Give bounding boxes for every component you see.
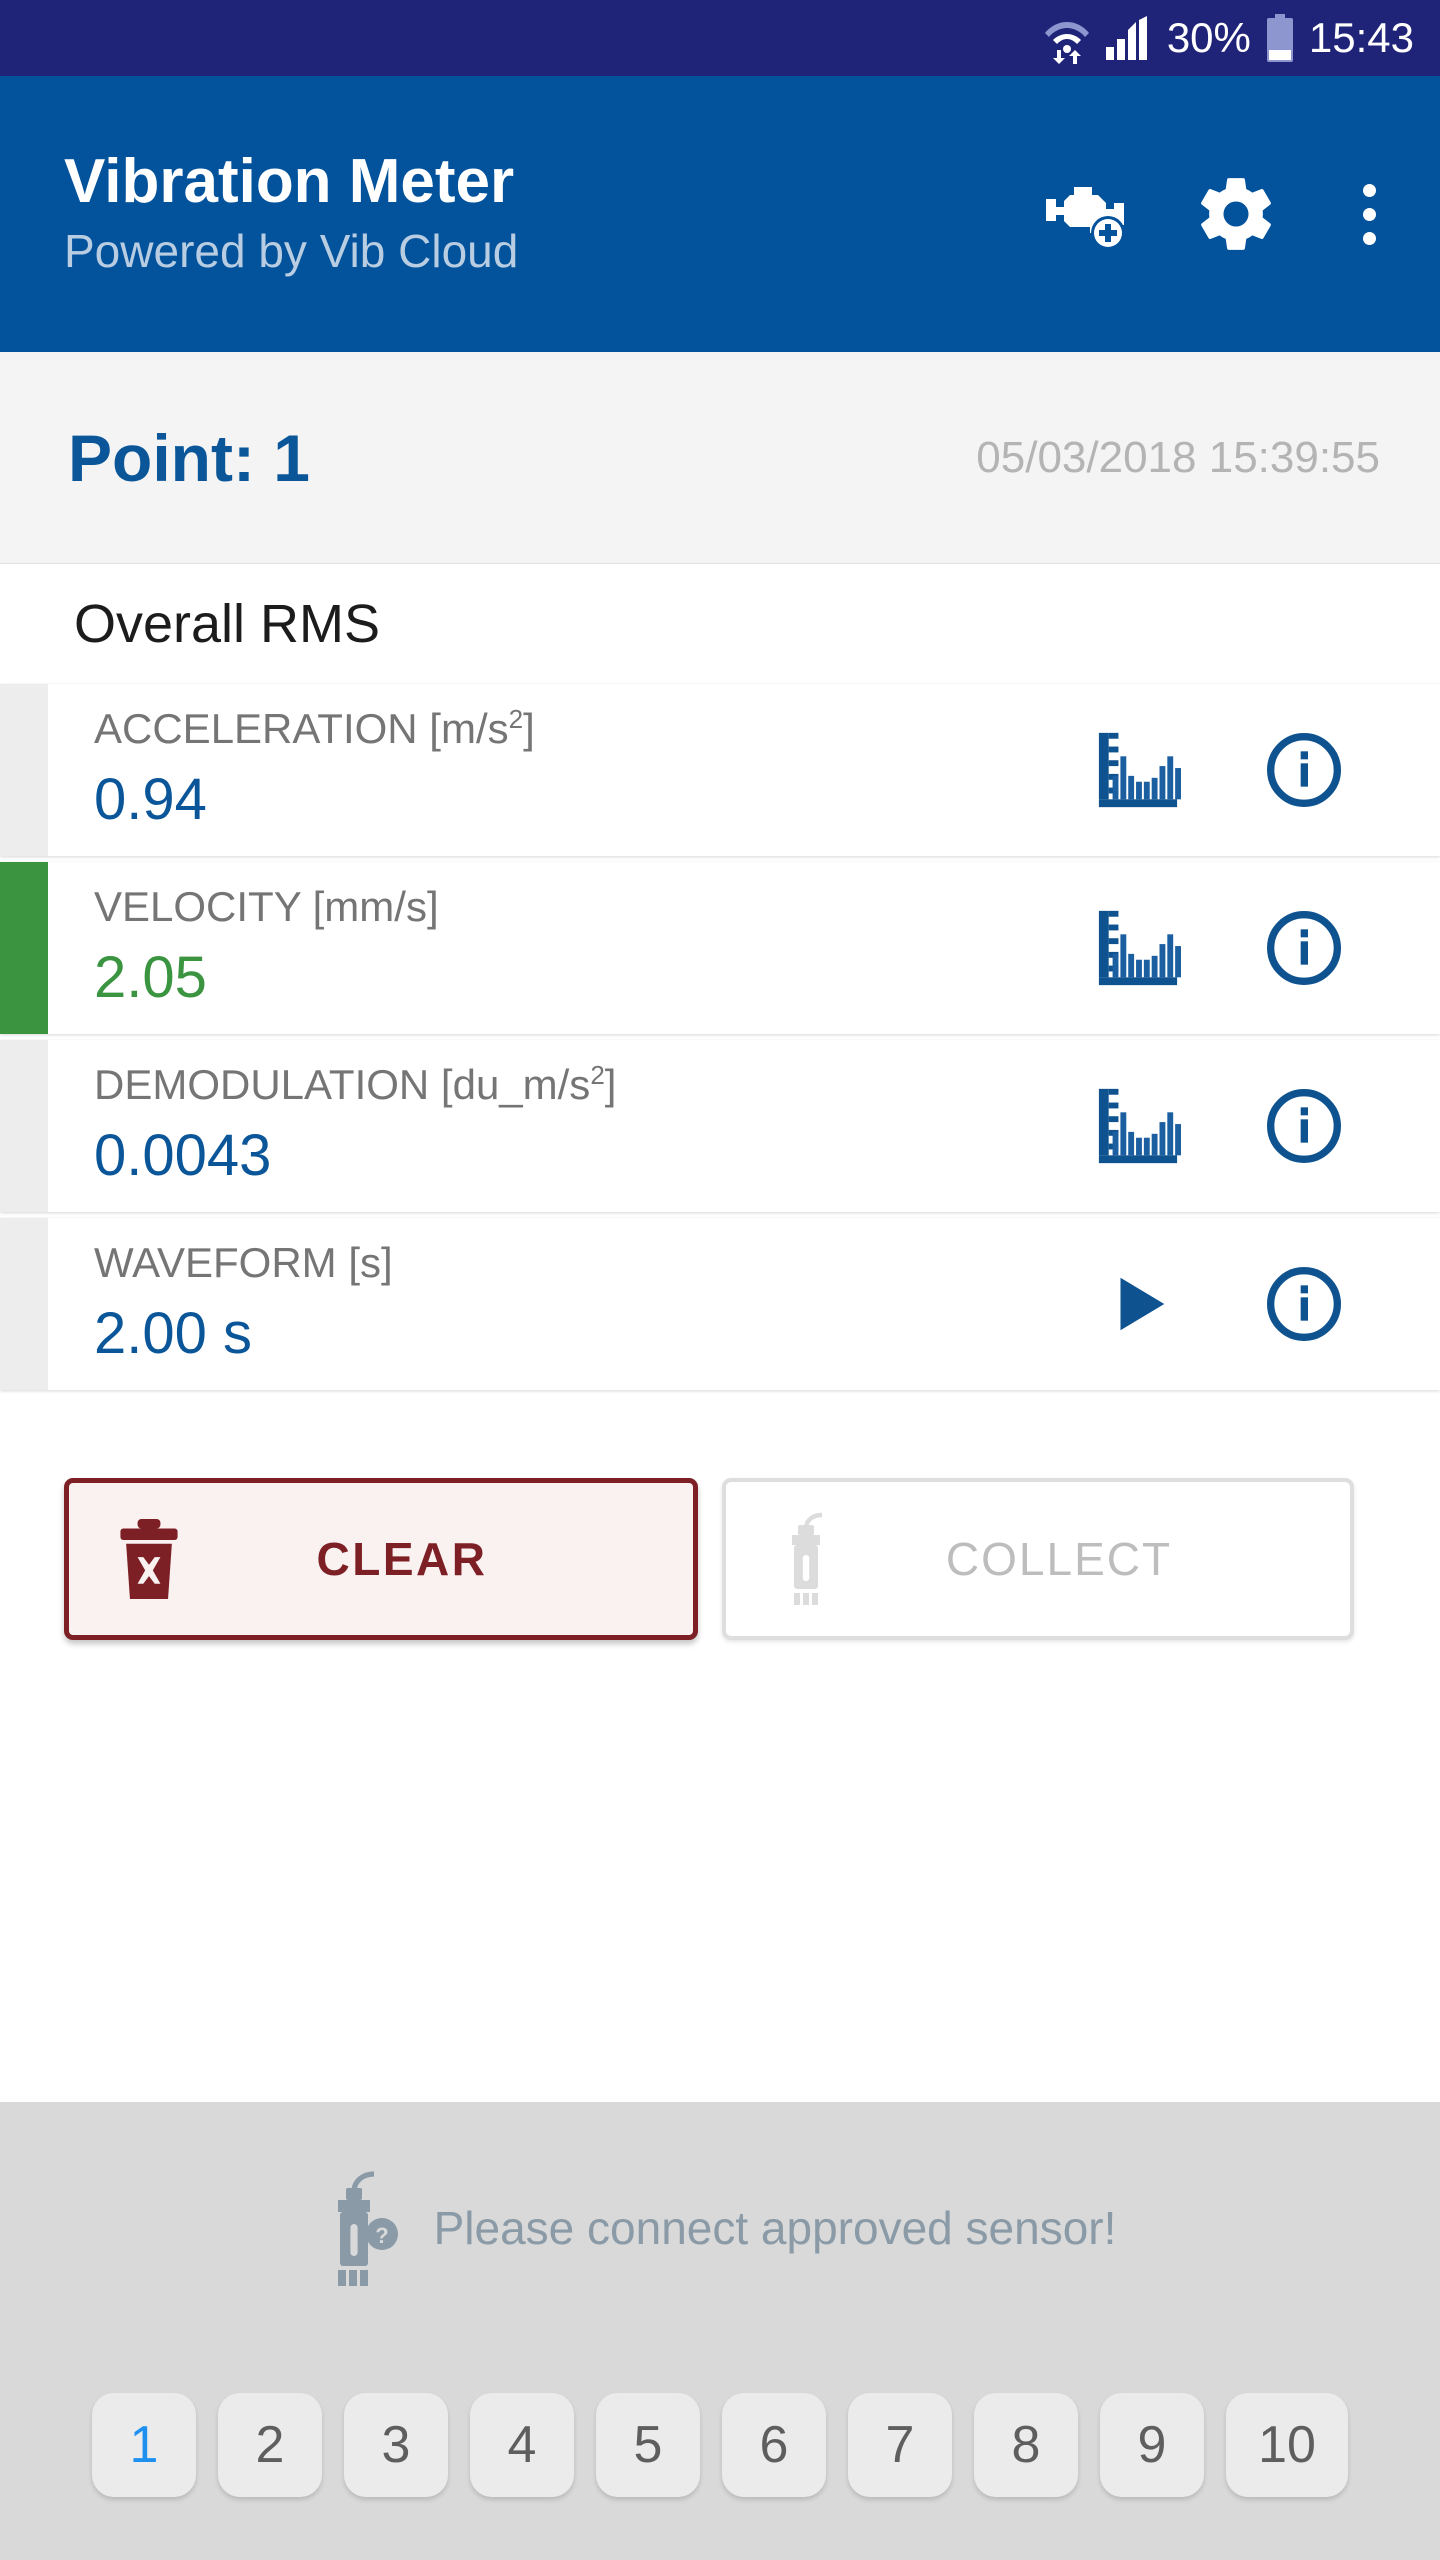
pager-item-2[interactable]: 2 (218, 2393, 322, 2497)
section-title-overall-rms: Overall RMS (0, 564, 1440, 684)
app-bar: Vibration Meter Powered by Vib Cloud (0, 76, 1440, 352)
pager-item-3[interactable]: 3 (344, 2393, 448, 2497)
info-button[interactable] (1256, 722, 1352, 818)
measurement-row-acceleration[interactable]: ACCELERATION [m/s2] 0.94 (0, 684, 1440, 856)
row-body: VELOCITY [mm/s] 2.05 (0, 883, 1090, 1013)
battery-percent-text: 30% (1166, 14, 1251, 61)
measurement-value: 2.05 (94, 945, 207, 1011)
row-body: WAVEFORM [s] 2.00 s (0, 1239, 1090, 1369)
info-button[interactable] (1256, 1256, 1352, 1352)
info-icon (1264, 1264, 1344, 1344)
cellular-signal-icon (1105, 16, 1153, 60)
trash-delete-icon (101, 1507, 197, 1611)
spectrum-chart-button[interactable] (1090, 900, 1186, 996)
row-body: DEMODULATION [du_m/s2] 0.0043 (0, 1060, 1090, 1191)
spectrum-chart-button[interactable] (1090, 722, 1186, 818)
play-icon (1103, 1269, 1173, 1339)
content-spacer (0, 1640, 1440, 2102)
row-actions (1090, 900, 1440, 996)
info-icon (1264, 1086, 1344, 1166)
play-waveform-button[interactable] (1090, 1256, 1186, 1352)
app-subtitle: Powered by Vib Cloud (64, 224, 519, 277)
clear-button-label: CLEAR (316, 1533, 488, 1585)
row-status-indicator (0, 1040, 48, 1212)
row-body: ACCELERATION [m/s2] 0.94 (0, 704, 1090, 835)
point-label: Point: 1 (68, 420, 310, 495)
measurement-row-velocity[interactable]: VELOCITY [mm/s] 2.05 (0, 862, 1440, 1034)
measurement-list: ACCELERATION [m/s2] 0.94 VELOCITY [mm/s]… (0, 684, 1440, 1400)
measurement-timestamp: 05/03/2018 15:39:55 (976, 432, 1380, 482)
overflow-menu-button[interactable] (1332, 166, 1406, 262)
status-bar: 30% 15:43 (0, 0, 1440, 76)
app-bar-titles: Vibration Meter Powered by Vib Cloud (64, 146, 1044, 279)
row-actions (1090, 1256, 1440, 1352)
measurement-label: WAVEFORM [s] (94, 1239, 393, 1287)
measurement-value: 2.00 s (94, 1301, 252, 1367)
collect-button-label: COLLECT (945, 1533, 1173, 1585)
collect-button[interactable]: COLLECT (722, 1478, 1354, 1640)
row-actions (1090, 1078, 1440, 1174)
measurement-label: DEMODULATION [du_m/s2] (94, 1060, 617, 1109)
pager-item-1[interactable]: 1 (92, 2393, 196, 2497)
measurement-label: VELOCITY [mm/s] (94, 883, 439, 931)
action-buttons-area: CLEAR COLLECT (0, 1400, 1440, 1640)
clear-button[interactable]: CLEAR (64, 1478, 698, 1640)
pager-item-9[interactable]: 9 (1100, 2393, 1204, 2497)
pager-item-5[interactable]: 5 (596, 2393, 700, 2497)
sensor-status-message: Please connect approved sensor! (433, 2202, 1117, 2254)
add-machine-icon (1046, 177, 1138, 251)
measurement-value: 0.94 (94, 767, 207, 833)
pager-item-6[interactable]: 6 (722, 2393, 826, 2497)
row-status-indicator (0, 684, 48, 856)
sensor-icon (758, 1507, 854, 1611)
status-bar-clock: 15:43 (1308, 14, 1414, 61)
point-header: Point: 1 05/03/2018 15:39:55 (0, 352, 1440, 564)
measurement-row-demodulation[interactable]: DEMODULATION [du_m/s2] 0.0043 (0, 1040, 1440, 1212)
info-button[interactable] (1256, 1078, 1352, 1174)
spectrum-chart-icon (1095, 1086, 1181, 1166)
info-button[interactable] (1256, 900, 1352, 996)
spectrum-chart-icon (1095, 908, 1181, 988)
status-bar-icons: 30% 15:43 (1043, 12, 1414, 64)
spectrum-chart-button[interactable] (1090, 1078, 1186, 1174)
point-pager: 1 2 3 4 5 6 7 8 9 10 (0, 2354, 1440, 2560)
overflow-menu-icon (1362, 183, 1376, 245)
measurement-value: 0.0043 (94, 1123, 272, 1189)
svg-text:?: ? (375, 2223, 388, 2248)
settings-gear-icon (1193, 171, 1279, 257)
info-icon (1264, 730, 1344, 810)
row-status-indicator (0, 1218, 48, 1390)
app-bar-actions (1044, 166, 1406, 262)
app-title: Vibration Meter (64, 146, 515, 216)
row-actions (1090, 722, 1440, 818)
sensor-question-icon: ? (324, 2170, 402, 2286)
pager-item-8[interactable]: 8 (974, 2393, 1078, 2497)
measurement-row-waveform[interactable]: WAVEFORM [s] 2.00 s (0, 1218, 1440, 1390)
info-icon (1264, 908, 1344, 988)
add-machine-button[interactable] (1044, 166, 1140, 262)
settings-button[interactable] (1188, 166, 1284, 262)
pager-item-7[interactable]: 7 (848, 2393, 952, 2497)
pager-item-10[interactable]: 10 (1226, 2393, 1348, 2497)
battery-icon (1265, 14, 1295, 62)
pager-item-4[interactable]: 4 (470, 2393, 574, 2497)
measurement-label: ACCELERATION [m/s2] (94, 704, 535, 753)
spectrum-chart-icon (1095, 730, 1181, 810)
sensor-status-banner: ? Please connect approved sensor! (0, 2102, 1440, 2354)
app-root: 30% 15:43 Vibration Meter Powered by Vib… (0, 0, 1440, 2560)
row-status-indicator (0, 862, 48, 1034)
wifi-transfer-icon (1043, 12, 1091, 64)
